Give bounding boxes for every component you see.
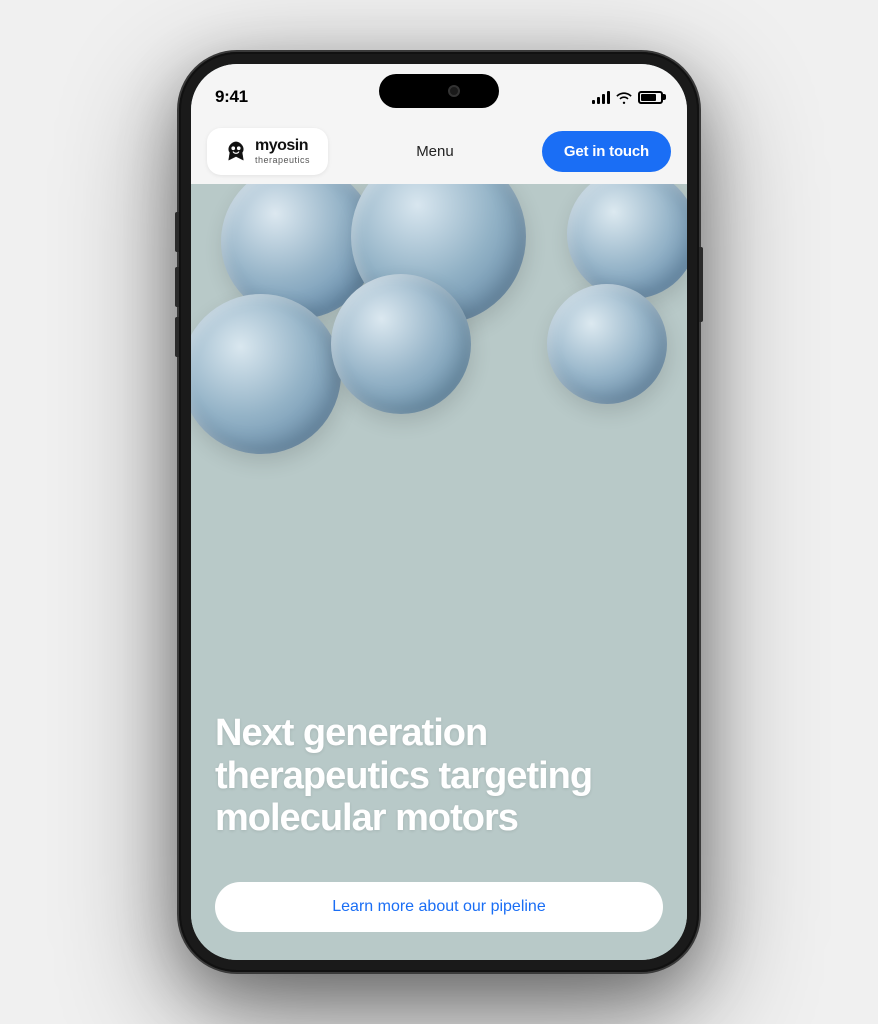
battery-fill: [641, 94, 656, 101]
menu-label[interactable]: Menu: [404, 135, 466, 168]
sphere-6: [547, 284, 667, 404]
logo-name: myosin: [255, 138, 310, 154]
sphere-4: [191, 294, 341, 454]
logo-text: myosin therapeutics: [255, 138, 310, 165]
myosin-logo-icon: [225, 140, 247, 162]
status-time: 9:41: [215, 87, 248, 107]
status-icons: [592, 90, 663, 104]
hero-headline: Next generation therapeutics targeting m…: [215, 712, 663, 840]
camera-pill: [448, 85, 460, 97]
wifi-icon: [616, 91, 632, 103]
hero-cta-container: Learn more about our pipeline: [215, 882, 663, 932]
logo-subtext: therapeutics: [255, 156, 310, 165]
learn-more-button[interactable]: Learn more about our pipeline: [215, 882, 663, 932]
hero-section: Next generation therapeutics targeting m…: [191, 184, 687, 960]
phone-mockup: 9:41: [179, 52, 699, 972]
get-in-touch-button[interactable]: Get in touch: [542, 131, 671, 172]
spheres-container: [191, 184, 687, 634]
sphere-5: [331, 274, 471, 414]
sphere-3: [567, 184, 687, 299]
phone-frame: 9:41: [179, 52, 699, 972]
hero-text: Next generation therapeutics targeting m…: [215, 712, 663, 840]
dynamic-island: [379, 74, 499, 108]
signal-bars-icon: [592, 90, 610, 104]
nav-bar: myosin therapeutics Menu Get in touch: [191, 118, 687, 184]
phone-screen: 9:41: [191, 64, 687, 960]
status-bar: 9:41: [191, 64, 687, 118]
logo[interactable]: myosin therapeutics: [207, 128, 328, 175]
battery-icon: [638, 91, 663, 104]
